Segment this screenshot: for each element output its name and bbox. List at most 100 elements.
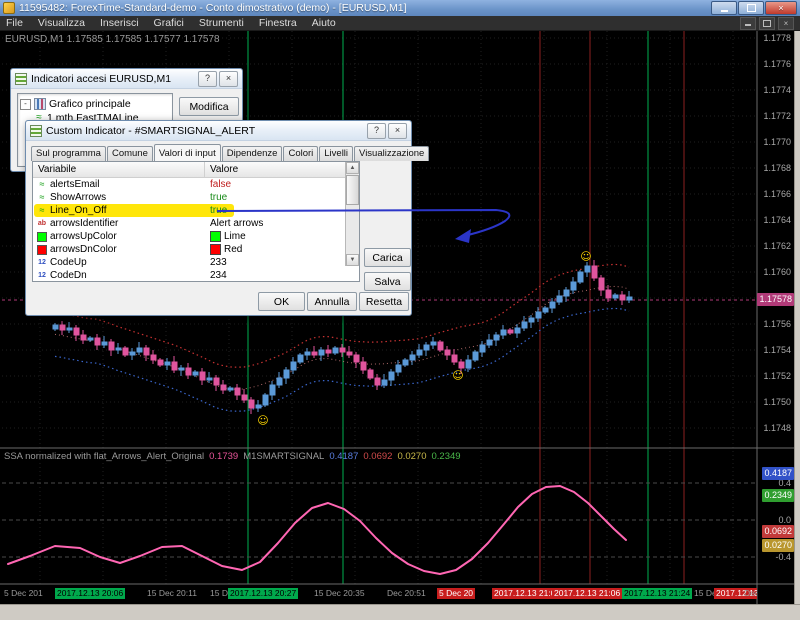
chart-restore-button[interactable] <box>759 17 775 30</box>
price-scale-label: 1.1764 <box>763 215 791 225</box>
input-row-line-on-off[interactable]: ≈Line_On_Offtrue <box>33 204 359 217</box>
tab-livelli[interactable]: Livelli <box>319 146 353 161</box>
window-frame-bottom <box>0 604 800 620</box>
input-value-cell[interactable]: true <box>205 191 359 204</box>
menu-bar: File Visualizza Inserisci Grafici Strumenti F… <box>0 16 800 31</box>
close-button[interactable]: × <box>765 1 797 15</box>
input-name: CodeUp <box>50 256 87 269</box>
tab-comune[interactable]: Comune <box>107 146 153 161</box>
reset-button[interactable]: Resetta <box>359 292 409 311</box>
close-icon[interactable]: × <box>388 123 407 139</box>
input-type-icon: ≈ <box>37 180 47 190</box>
input-name-cell: ≈Line_On_Off <box>33 204 205 217</box>
chart-minimize-button[interactable] <box>740 17 756 30</box>
title-bar[interactable]: 11595482: ForexTime-Standard-demo - Cont… <box>0 0 800 16</box>
dialog-title: Indicatori accesi EURUSD,M1 <box>31 73 171 85</box>
modify-button[interactable]: Modifica <box>179 97 239 116</box>
tab-dipendenze[interactable]: Dipendenze <box>222 146 283 161</box>
indicator-label-part: 0.1739 <box>209 451 238 462</box>
input-value-cell[interactable]: Alert arrows <box>205 217 359 230</box>
input-value-text: 234 <box>210 269 227 282</box>
price-scale-label: 1.1760 <box>763 267 791 277</box>
time-axis-label: 2017.12.13 21:0 <box>492 588 557 599</box>
tree-item-grafico-principale[interactable]: -Grafico principale <box>20 97 170 111</box>
price-scale[interactable]: 1.17781.17761.17741.17721.17701.17681.17… <box>758 31 794 604</box>
input-name-cell: abarrowsIdentifier <box>33 217 205 230</box>
input-value-text: Lime <box>224 230 246 243</box>
scroll-up-icon[interactable]: ▲ <box>346 162 359 174</box>
menu-item-finestra[interactable]: Finestra <box>259 17 297 29</box>
time-axis[interactable]: 5 Dec 2012017.12.13 20:0615 Dec 20:1115 … <box>0 586 757 603</box>
input-value-cell[interactable]: Red <box>205 243 359 256</box>
help-button[interactable]: ? <box>367 123 386 139</box>
menu-item-grafici[interactable]: Grafici <box>154 17 184 29</box>
input-value-text: Alert arrows <box>210 217 263 230</box>
price-scale-label: 1.1772 <box>763 111 791 121</box>
time-axis-label: 15 Dec 20:11 <box>145 588 199 599</box>
ok-button[interactable]: OK <box>258 292 305 311</box>
custom-indicator-icon <box>30 125 42 137</box>
tab-sul-programma[interactable]: Sul programma <box>31 146 106 161</box>
input-name: arrowsIdentifier <box>50 217 118 230</box>
menu-item-aiuto[interactable]: Aiuto <box>312 17 336 29</box>
price-scale-label: 1.1762 <box>763 241 791 251</box>
indicator-label-part: SSA normalized with flat_Arrows_Alert_Or… <box>4 451 204 462</box>
dialog-title-bar[interactable]: Indicatori accesi EURUSD,M1 ? × <box>11 69 242 89</box>
close-icon[interactable]: × <box>219 71 238 87</box>
input-row-arrowsdncolor[interactable]: arrowsDnColorRed <box>33 243 359 256</box>
indicator-label-part: 0.0692 <box>363 451 392 462</box>
menu-item-inserisci[interactable]: Inserisci <box>100 17 139 29</box>
dialog-title-bar[interactable]: Custom Indicator - #SMARTSIGNAL_ALERT ? … <box>26 121 411 141</box>
minimize-button[interactable] <box>711 1 737 15</box>
input-type-icon <box>37 232 47 242</box>
save-button[interactable]: Salva <box>364 272 411 291</box>
input-name: arrowsUpColor <box>50 230 117 243</box>
price-scale-label: 1.1770 <box>763 137 791 147</box>
price-scale-label: 1.1766 <box>763 189 791 199</box>
input-name: ShowArrows <box>50 191 106 204</box>
input-value-cell[interactable]: false <box>205 178 359 191</box>
input-name-cell: arrowsUpColor <box>33 230 205 243</box>
menu-item-visualizza[interactable]: Visualizza <box>38 17 85 29</box>
indicator-level-label: 0.0 <box>778 515 791 525</box>
tree-expander-icon[interactable]: - <box>20 99 31 110</box>
price-scale-label: 1.1750 <box>763 397 791 407</box>
indicator-value-box: 0.0692 <box>762 525 794 538</box>
input-row-codeup[interactable]: 12CodeUp233 <box>33 256 359 269</box>
input-value-cell[interactable]: 234 <box>205 269 359 282</box>
input-type-icon: ≈ <box>37 206 47 216</box>
custom-indicator-dialog: Custom Indicator - #SMARTSIGNAL_ALERT ? … <box>25 120 412 316</box>
input-value-cell[interactable]: 233 <box>205 256 359 269</box>
cancel-button[interactable]: Annulla <box>307 292 357 311</box>
menu-item-strumenti[interactable]: Strumenti <box>199 17 244 29</box>
input-name-cell: ≈alertsEmail <box>33 178 205 191</box>
input-value-cell[interactable]: true <box>205 204 359 217</box>
chart-close-button[interactable]: × <box>778 17 794 30</box>
input-row-arrowsupcolor[interactable]: arrowsUpColor Lime <box>33 230 359 243</box>
input-row-codedn[interactable]: 12CodeDn 234 <box>33 269 359 282</box>
tab-visualizzazione[interactable]: Visualizzazione <box>354 146 429 161</box>
input-name: Line_On_Off <box>50 204 107 217</box>
tab-colori[interactable]: Colori <box>283 146 318 161</box>
input-row-showarrows[interactable]: ≈ShowArrowstrue <box>33 191 359 204</box>
help-button[interactable]: ? <box>198 71 217 87</box>
chart-icon <box>34 98 46 110</box>
menu-item-file[interactable]: File <box>6 17 23 29</box>
load-button[interactable]: Carica <box>364 248 411 267</box>
price-scale-label: 1.1748 <box>763 423 791 433</box>
input-name-cell: ≈ShowArrows <box>33 191 205 204</box>
indicator-level-label: -0.4 <box>775 552 791 562</box>
maximize-button[interactable] <box>738 1 764 15</box>
color-swatch <box>210 231 221 242</box>
menu-items: File Visualizza Inserisci Grafici Strumenti F… <box>6 17 336 29</box>
price-scale-label: 1.1752 <box>763 371 791 381</box>
input-value-cell[interactable]: Lime <box>205 230 359 243</box>
time-axis-label: 5 Dec 20 <box>437 588 475 599</box>
input-name-cell: arrowsDnColor <box>33 243 205 256</box>
input-type-icon <box>37 245 47 255</box>
input-name: CodeDn <box>50 269 87 282</box>
input-row-alertsemail[interactable]: ≈alertsEmailfalse <box>33 178 359 191</box>
input-row-arrowsidentifier[interactable]: abarrowsIdentifier Alert arrows <box>33 217 359 230</box>
tab-valori-di-input[interactable]: Valori di input <box>154 144 221 161</box>
input-name-cell: 12CodeDn <box>33 269 205 282</box>
